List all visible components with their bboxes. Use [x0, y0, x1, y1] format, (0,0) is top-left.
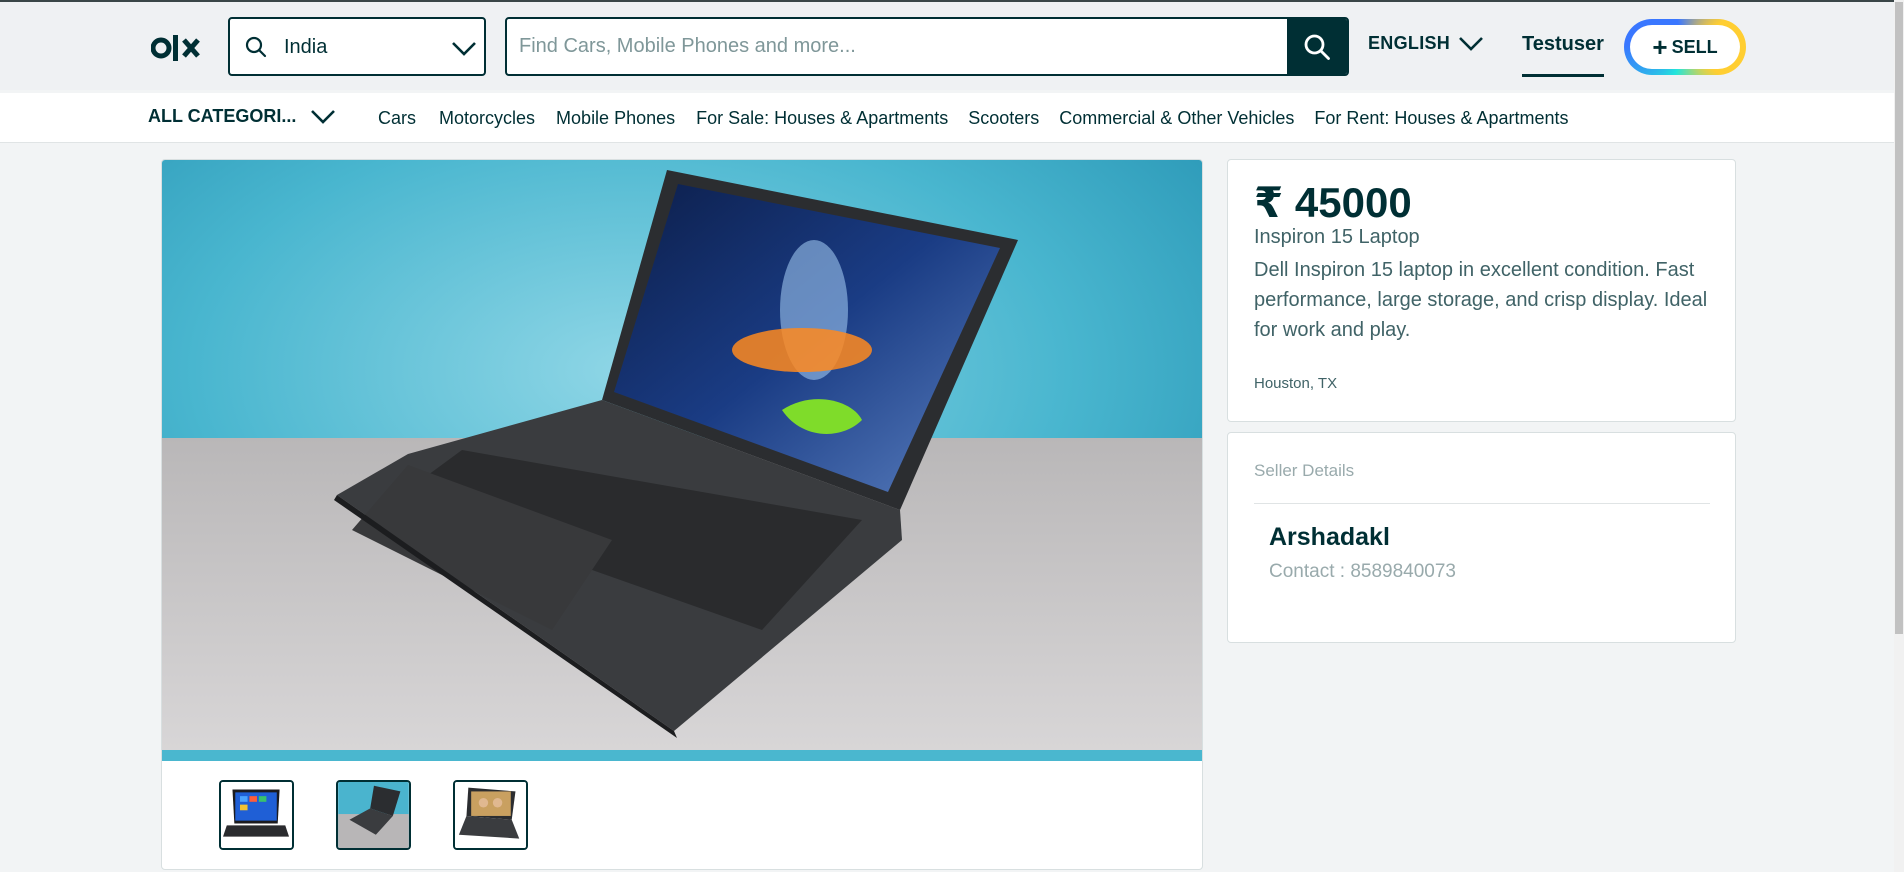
location-value: India — [284, 36, 328, 58]
chevron-down-icon[interactable] — [1457, 34, 1485, 54]
sell-label: SELL — [1671, 36, 1718, 57]
laptop-thumbnail-open — [455, 782, 526, 848]
category-link-houses-sale[interactable]: For Sale: Houses & Apartments — [696, 108, 948, 129]
seller-name: Arshadakl — [1269, 523, 1390, 551]
thumbnail-1[interactable] — [219, 780, 294, 850]
category-bar: ALL CATEGORI... Cars Motorcycles Mobile … — [0, 93, 1904, 143]
search-bar — [505, 17, 1349, 76]
listing-location: Houston, TX — [1254, 375, 1338, 392]
listing-price: ₹ 45000 — [1254, 179, 1412, 226]
language-selector[interactable]: ENGLISH — [1368, 33, 1450, 54]
username-underline — [1522, 74, 1604, 77]
category-link-mobile-phones[interactable]: Mobile Phones — [556, 108, 675, 129]
thumbnail-2[interactable] — [336, 780, 411, 850]
chevron-down-icon[interactable] — [450, 37, 478, 59]
seller-card: Seller Details Arshadakl Contact : 85898… — [1227, 432, 1736, 643]
sell-button-inner: + SELL — [1630, 25, 1740, 69]
seller-contact: Contact : 8589840073 — [1269, 561, 1456, 582]
username-link[interactable]: Testuser — [1522, 33, 1604, 56]
thumbnail-strip — [219, 780, 570, 850]
category-link-cars[interactable]: Cars — [378, 108, 416, 129]
location-selector[interactable]: India — [228, 17, 486, 76]
search-input[interactable] — [507, 19, 1287, 74]
page-scrollbar[interactable] — [1894, 0, 1904, 872]
laptop-thumbnail-side — [338, 782, 409, 848]
category-link-commercial-vehicles[interactable]: Commercial & Other Vehicles — [1059, 108, 1294, 129]
thumbnail-3[interactable] — [453, 780, 528, 850]
category-links: Cars Motorcycles Mobile Phones For Sale:… — [378, 108, 1569, 129]
olx-logo[interactable] — [151, 31, 207, 65]
category-link-motorcycles[interactable]: Motorcycles — [439, 108, 535, 129]
laptop-photo[interactable] — [162, 160, 1202, 761]
search-icon — [1304, 34, 1330, 60]
divider — [1254, 503, 1710, 504]
category-link-scooters[interactable]: Scooters — [968, 108, 1039, 129]
top-header: India ENGLISH Testuser + SELL — [0, 0, 1904, 90]
chevron-down-icon[interactable] — [309, 107, 337, 127]
seller-heading: Seller Details — [1254, 461, 1355, 480]
search-button[interactable] — [1287, 19, 1347, 74]
search-icon — [245, 36, 267, 58]
listing-description: Dell Inspiron 15 laptop in excellent con… — [1254, 259, 1708, 341]
category-link-houses-rent[interactable]: For Rent: Houses & Apartments — [1314, 108, 1568, 129]
plus-icon: + — [1652, 32, 1668, 62]
laptop-thumbnail-front — [221, 782, 292, 848]
all-categories-dropdown[interactable]: ALL CATEGORI... — [148, 106, 296, 127]
scrollbar-thumb[interactable] — [1895, 2, 1903, 634]
listing-title: Inspiron 15 Laptop — [1254, 226, 1420, 248]
listing-image-card — [161, 159, 1203, 870]
sell-button[interactable]: + SELL — [1624, 19, 1746, 75]
price-card: ₹ 45000 Inspiron 15 Laptop Dell Inspiron… — [1227, 159, 1736, 422]
